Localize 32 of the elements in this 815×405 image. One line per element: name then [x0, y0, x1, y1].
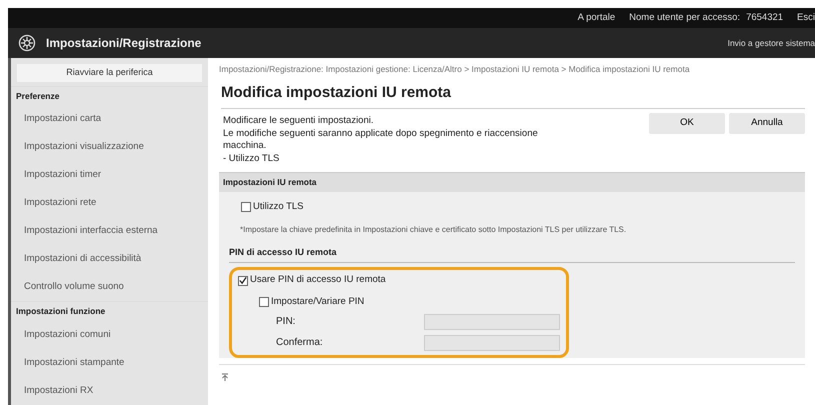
sidebar-item[interactable]: Impostazioni stampante — [11, 349, 208, 377]
action-button[interactable]: Annulla — [729, 112, 805, 134]
user-label: Nome utente per accesso: — [629, 10, 740, 25]
logout-link[interactable]: Esci — [797, 10, 815, 26]
sidebar-item[interactable]: Impostazioni carta — [11, 105, 208, 134]
sidebar-item[interactable]: Impostazioni RX — [11, 377, 208, 405]
sidebar-item[interactable]: Impostazioni di accessibilità — [11, 245, 208, 274]
description: Modificare le seguenti impostazioni. Le modifiche seguenti saranno applicate dopo spegnimento e riaccensione macchina. - Utilizzo TLS — [223, 114, 539, 166]
sidebar-item[interactable]: Impostazioni comuni — [11, 321, 208, 349]
checkbox-label: Utilizzo TLS — [253, 200, 304, 214]
checkbox-label: Usare PIN di accesso IU remota — [250, 273, 386, 288]
action-button[interactable]: OK — [649, 112, 725, 134]
note-text: *Impostare la chiave predefinita in Impostazioni chiave e certificato sotto Impostazioni TLS per utilizzare TLS. — [240, 224, 628, 236]
user-id: 7654321 — [746, 10, 784, 25]
admin-link[interactable]: Invio a gestore sistema — [728, 36, 815, 50]
section-heading: Impostazioni IU remota — [219, 172, 805, 192]
sidebar-item[interactable]: Impostazioni rete — [11, 189, 208, 218]
sidebar-heading: Preferenze — [11, 86, 208, 106]
sidebar-item[interactable]: Controllo volume suono — [11, 273, 208, 302]
restart-button[interactable]: Riavviare la periferica — [17, 64, 202, 82]
sidebar-item[interactable]: Impostazioni timer — [11, 161, 208, 190]
header-title: Impostazioni/Registrazione — [46, 35, 202, 52]
field-label: PIN: — [276, 315, 296, 330]
portal-link[interactable]: A portale — [578, 10, 616, 26]
sidebar-item[interactable]: Impostazioni visualizzazione — [11, 133, 208, 162]
sidebar-heading: Impostazioni funzione — [11, 301, 208, 321]
sidebar-item[interactable]: Impostazioni interfaccia esterna — [11, 217, 208, 246]
field-label: Conferma: — [276, 336, 323, 350]
page-title: Modifica impostazioni IU remota — [221, 82, 805, 109]
breadcrumb: Impostazioni/Registrazione: Impostazioni gestione: Licenza/Altro > Impostazioni IU remota > Modifica impostazioni IU remota — [219, 64, 691, 74]
checkbox-label: Impostare/Variare PIN — [271, 294, 364, 309]
group-heading: PIN di accesso IU remota — [229, 246, 795, 264]
